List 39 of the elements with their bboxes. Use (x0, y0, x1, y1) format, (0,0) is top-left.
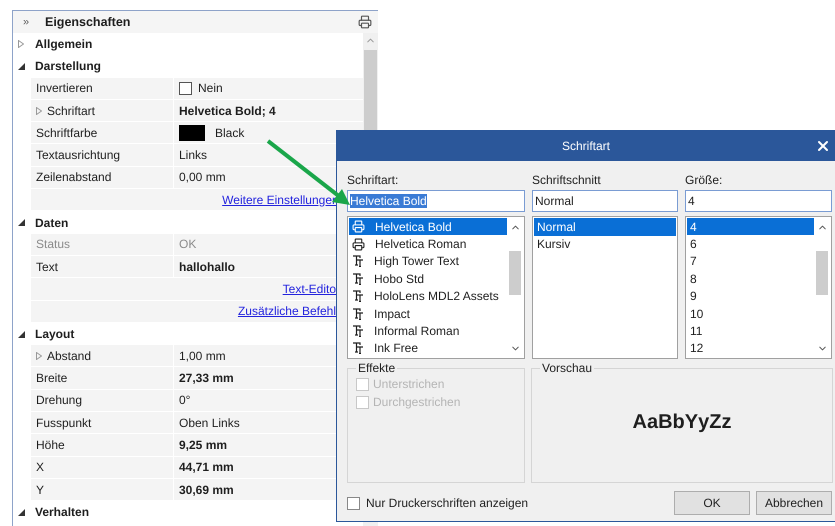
field-label: Schriftart: (347, 173, 400, 189)
property-label: Höhe (36, 438, 65, 452)
field-label: Größe: (685, 173, 724, 189)
property-value: OK (179, 237, 196, 252)
property-label: Invertieren (36, 81, 93, 96)
property-value: 9,25 mm (179, 438, 228, 452)
property-label: Schriftfarbe (36, 126, 98, 140)
property-label: Zeilenabstand (36, 170, 112, 184)
property-label: Abstand (47, 348, 92, 363)
property-label: Textausrichtung (36, 148, 120, 162)
property-value: 1,00 mm (179, 348, 226, 363)
property-label: Y (36, 482, 44, 497)
preview-sample: AaBbYyZz (632, 411, 732, 434)
property-value: hallohallo (179, 260, 236, 274)
property-value: Black (215, 126, 244, 140)
property-value: Helvetica Bold; 4 (179, 104, 276, 118)
checkbox-label: Nur Druckerschriften anzeigen (366, 496, 530, 510)
property-value: 44,71 mm (179, 460, 234, 474)
group-label: Effekte (357, 361, 396, 375)
property-value: Oben Links (179, 416, 240, 430)
field-label: Schriftschnitt (532, 173, 602, 189)
dialog-title: Schriftart (562, 139, 610, 153)
property-value: Links (179, 148, 208, 162)
property-label: Text (36, 260, 58, 274)
property-value: Nein (198, 81, 223, 96)
property-label: Schriftart (47, 104, 96, 118)
checkbox-label: Unterstrichen (373, 377, 444, 391)
group-label: Vorschau (541, 361, 594, 375)
property-value: 30,69 mm (179, 482, 234, 497)
checkbox-label: Durchgestrichen (373, 395, 460, 409)
property-label: X (36, 460, 44, 474)
property-value: 27,33 mm (179, 371, 234, 386)
property-label: Fusspunkt (36, 416, 92, 430)
property-value: 0,00 mm (179, 170, 226, 184)
property-value: 0° (179, 393, 190, 408)
panel-title: Eigenschaften (45, 15, 132, 29)
property-label: Breite (36, 371, 68, 386)
property-label: Status (36, 237, 70, 252)
property-label: Drehung (36, 393, 82, 408)
